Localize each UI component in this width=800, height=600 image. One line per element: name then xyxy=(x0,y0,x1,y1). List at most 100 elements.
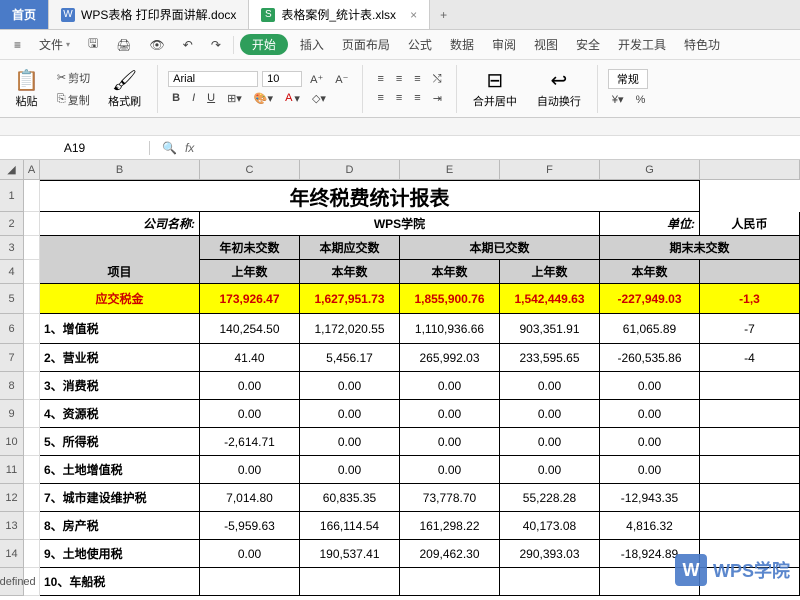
row-header[interactable]: 11 xyxy=(0,456,24,484)
percent-icon[interactable]: % xyxy=(632,92,650,108)
format-painter-button[interactable]: 🖌格式刷 xyxy=(102,66,147,111)
row-label: 8、房产税 xyxy=(40,512,200,540)
row-header[interactable]: 14 xyxy=(0,540,24,568)
menu-layout[interactable]: 页面布局 xyxy=(336,34,396,55)
name-box[interactable]: A19 xyxy=(0,141,150,155)
paste-button[interactable]: 📋粘贴 xyxy=(8,66,45,111)
document-tabs: 首页 W WPS表格 打印界面讲解.docx S 表格案例_统计表.xlsx ×… xyxy=(0,0,800,30)
border-button[interactable]: ⊞▾ xyxy=(223,90,246,107)
redo-icon[interactable]: ↷ xyxy=(205,36,227,54)
row-header[interactable]: 6 xyxy=(0,314,24,344)
row-header[interactable]: 10 xyxy=(0,428,24,456)
undo-icon[interactable]: ↶ xyxy=(177,36,199,54)
cell xyxy=(300,568,400,596)
row-header[interactable]: 1 xyxy=(0,180,24,212)
menu-view[interactable]: 视图 xyxy=(528,34,564,55)
orientation-icon[interactable]: ⤭ xyxy=(429,71,446,88)
close-icon[interactable]: × xyxy=(410,8,417,22)
row-header[interactable]: 8 xyxy=(0,372,24,400)
cell: -1,3 xyxy=(700,284,800,314)
menu-special[interactable]: 特色功 xyxy=(678,34,726,55)
cell: 61,065.89 xyxy=(600,314,700,344)
wrap-button[interactable]: ↩自动换行 xyxy=(531,66,587,111)
menu-data[interactable]: 数据 xyxy=(444,34,480,55)
spreadsheet-grid[interactable]: ◢ A B C D E F G 1 年终税费统计报表 2 公司名称: WPS学院… xyxy=(0,160,800,596)
align-right-icon[interactable]: ≡ xyxy=(410,90,424,106)
align-middle-icon[interactable]: ≡ xyxy=(392,71,406,87)
clear-format-button[interactable]: ◇▾ xyxy=(308,90,330,107)
fx-button[interactable]: fx xyxy=(185,141,194,155)
row-label: 4、资源税 xyxy=(40,400,200,428)
row-header[interactable]: 7 xyxy=(0,344,24,372)
row-header[interactable]: 4 xyxy=(0,260,24,284)
col-header[interactable]: G xyxy=(600,160,700,180)
row-header[interactable]: 9 xyxy=(0,400,24,428)
cell: 0.00 xyxy=(500,372,600,400)
decrease-font-icon[interactable]: A⁻ xyxy=(331,71,352,88)
save-icon[interactable]: 🖫 xyxy=(82,32,104,57)
font-size-select[interactable]: 10 xyxy=(262,71,302,87)
cell: 1,542,449.63 xyxy=(500,284,600,314)
col-header[interactable]: C xyxy=(200,160,300,180)
fill-color-button[interactable]: 🎨▾ xyxy=(250,90,277,107)
cell: 0.00 xyxy=(300,456,400,484)
row-header[interactable]: undefined xyxy=(0,568,24,596)
menu-dev[interactable]: 开发工具 xyxy=(612,34,672,55)
number-format-select[interactable]: 常规 xyxy=(608,69,648,89)
increase-font-icon[interactable]: A⁺ xyxy=(306,71,327,88)
row-header[interactable]: 5 xyxy=(0,284,24,314)
menu-start[interactable]: 开始 xyxy=(240,34,288,55)
cell: 0.00 xyxy=(400,456,500,484)
cell: 290,393.03 xyxy=(500,540,600,568)
align-bottom-icon[interactable]: ≡ xyxy=(410,71,424,87)
align-left-icon[interactable]: ≡ xyxy=(373,90,387,106)
row-label: 9、土地使用税 xyxy=(40,540,200,568)
row-header[interactable]: 2 xyxy=(0,212,24,236)
copy-button[interactable]: ⎘ 复制 xyxy=(53,90,94,110)
tab-home[interactable]: 首页 xyxy=(0,0,49,29)
indent-icon[interactable]: ⇥ xyxy=(429,90,446,107)
underline-button[interactable]: U xyxy=(203,90,219,106)
italic-button[interactable]: I xyxy=(188,90,199,106)
file-menu[interactable]: 文件▾ xyxy=(33,34,76,55)
font-color-button[interactable]: A▾ xyxy=(281,90,304,107)
report-title: 年终税费统计报表 xyxy=(40,180,700,212)
watermark: W WPS学院 xyxy=(675,554,790,586)
app-menu-icon[interactable]: ≡ xyxy=(8,36,27,54)
merge-button[interactable]: ⊟合并居中 xyxy=(467,66,523,111)
company-name: WPS学院 xyxy=(200,212,600,236)
currency-icon[interactable]: ¥▾ xyxy=(608,91,628,108)
preview-icon[interactable]: 👁 xyxy=(144,36,171,54)
font-name-select[interactable]: Arial xyxy=(168,71,258,87)
row-header[interactable]: 13 xyxy=(0,512,24,540)
col-header[interactable]: D xyxy=(300,160,400,180)
cell xyxy=(500,568,600,596)
row-header[interactable]: 3 xyxy=(0,236,24,260)
cell: 0.00 xyxy=(600,428,700,456)
menu-insert[interactable]: 插入 xyxy=(294,34,330,55)
col-header[interactable]: A xyxy=(24,160,40,180)
align-top-icon[interactable]: ≡ xyxy=(373,71,387,87)
col-header[interactable]: F xyxy=(500,160,600,180)
menu-review[interactable]: 审阅 xyxy=(486,34,522,55)
cell xyxy=(700,400,800,428)
add-tab-button[interactable]: + xyxy=(430,0,457,29)
tab-sheet[interactable]: S 表格案例_统计表.xlsx × xyxy=(249,0,430,29)
th: 年初未交数 xyxy=(200,236,300,260)
bold-button[interactable]: B xyxy=(168,90,184,106)
row-header[interactable]: 12 xyxy=(0,484,24,512)
search-icon[interactable]: 🔍 xyxy=(162,141,177,155)
col-header[interactable]: B xyxy=(40,160,200,180)
col-header[interactable] xyxy=(700,160,800,180)
menu-security[interactable]: 安全 xyxy=(570,34,606,55)
print-icon[interactable]: 🖨 xyxy=(110,36,137,54)
th: 本期已交数 xyxy=(400,236,600,260)
cell: 0.00 xyxy=(400,428,500,456)
menu-formula[interactable]: 公式 xyxy=(402,34,438,55)
cell: 1,110,936.66 xyxy=(400,314,500,344)
align-center-icon[interactable]: ≡ xyxy=(392,90,406,106)
cut-button[interactable]: ✂ 剪切 xyxy=(53,68,94,88)
col-header[interactable]: E xyxy=(400,160,500,180)
select-all-corner[interactable]: ◢ xyxy=(0,160,24,180)
tab-doc[interactable]: W WPS表格 打印界面讲解.docx xyxy=(49,0,249,29)
